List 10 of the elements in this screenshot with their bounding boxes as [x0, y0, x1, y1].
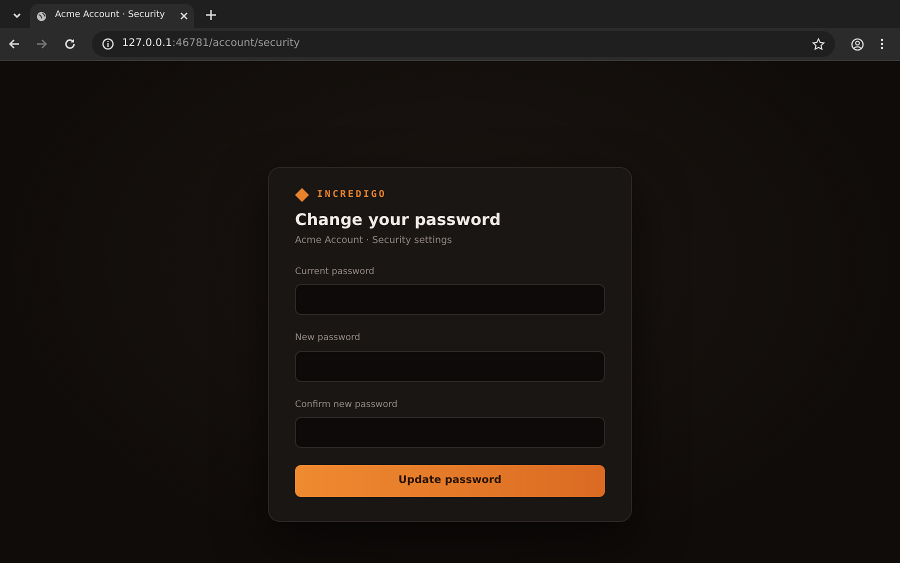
form-subtitle: Acme Account · Security settings: [295, 234, 454, 248]
url-text[interactable]: 127.0.0.1:46781/account/security: [122, 36, 300, 52]
brand-name: INCREDIGO: [317, 188, 386, 202]
field-label: Current password: [295, 266, 376, 278]
update-password-button[interactable]: Update password: [295, 465, 605, 497]
tab-title: Acme Account · Security: [55, 9, 166, 22]
browser-tab[interactable]: Acme Account · Security: [30, 4, 194, 28]
field-label: Confirm new password: [295, 398, 399, 412]
field-label: New password: [295, 332, 362, 345]
form-title: Change your password: [295, 209, 502, 232]
